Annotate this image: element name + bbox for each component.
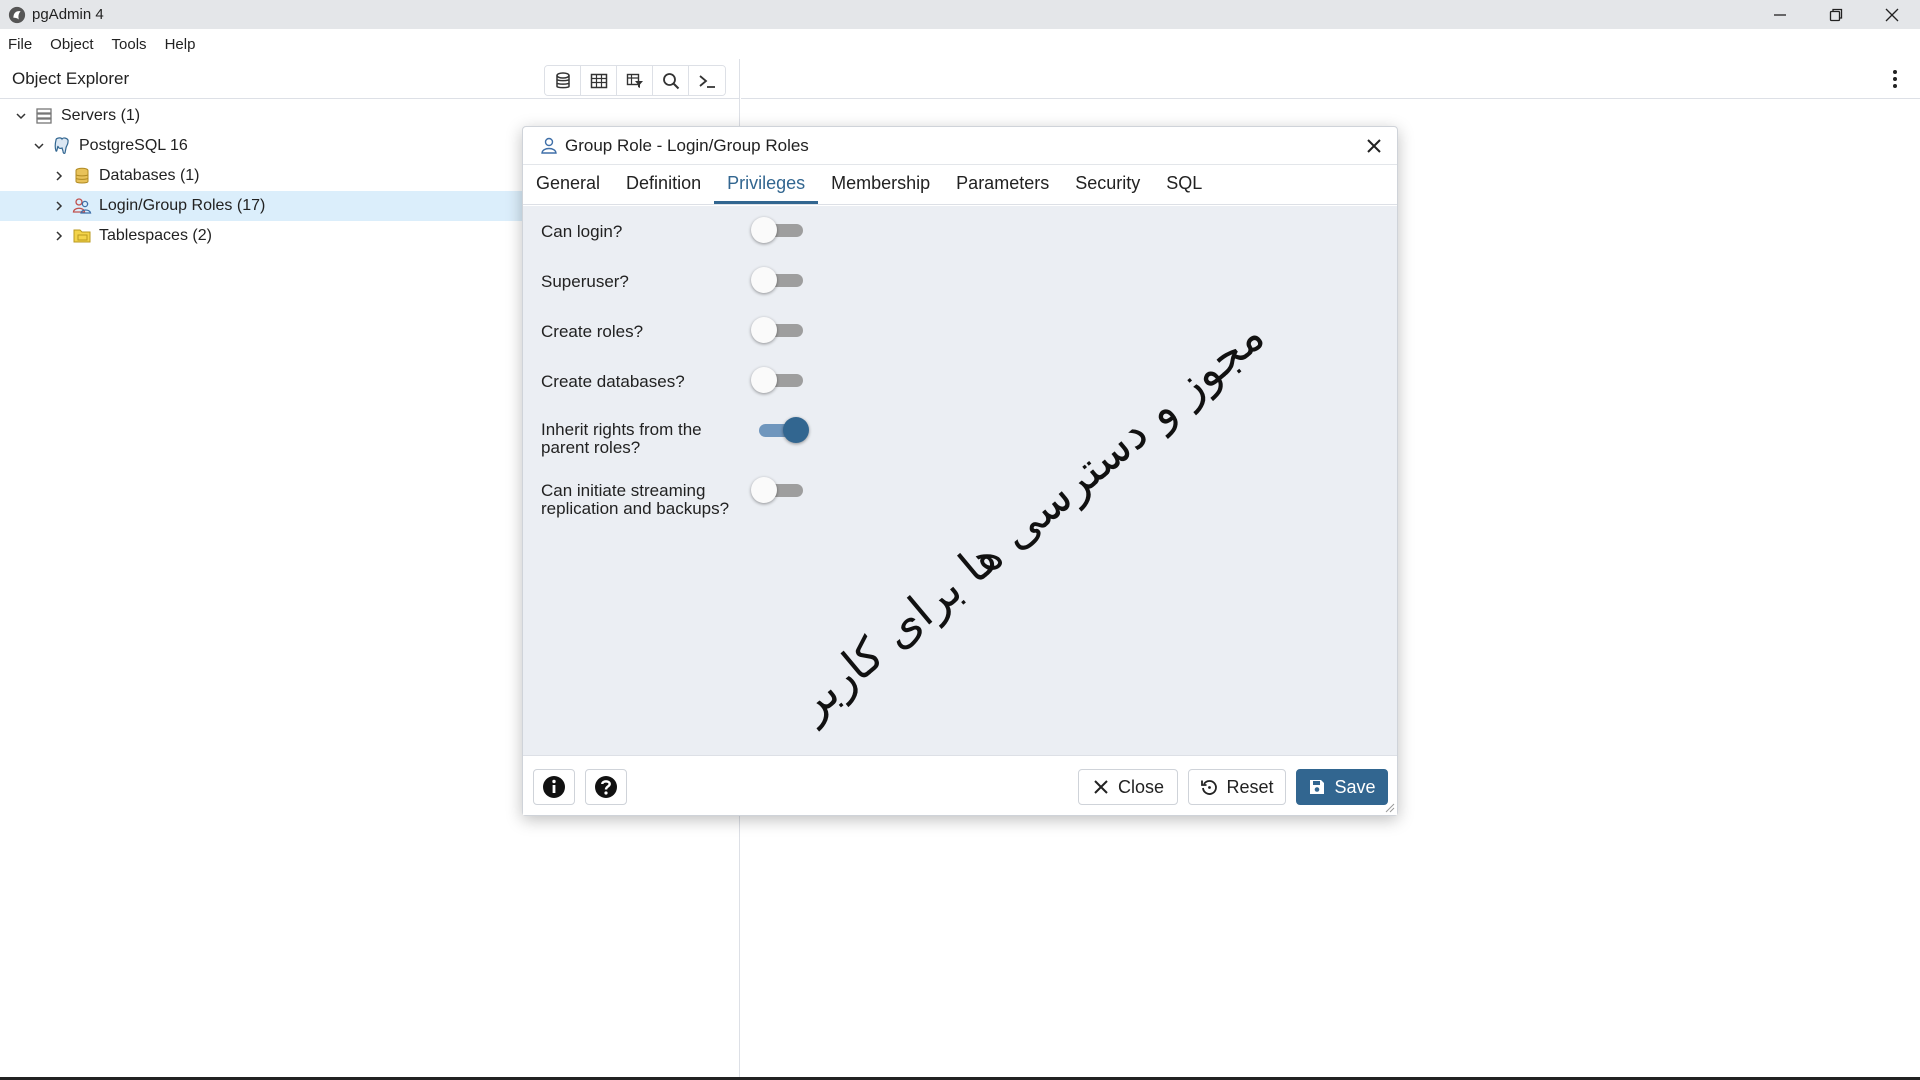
view-data-button[interactable] <box>581 66 617 95</box>
tab-privileges[interactable]: Privileges <box>714 165 819 204</box>
close-button-label: Close <box>1117 776 1165 797</box>
group-roles-icon <box>71 196 93 216</box>
terminal-icon <box>699 74 715 88</box>
reset-icon <box>1201 780 1218 795</box>
chevron-right-icon[interactable] <box>51 228 67 244</box>
tab-definition[interactable]: Definition <box>613 165 714 204</box>
tree-node-label: Servers (1) <box>61 107 141 124</box>
inherit-rights-toggle[interactable] <box>751 417 811 443</box>
title-bar: pgAdmin 4 <box>0 0 1920 29</box>
tablespaces-icon <box>71 226 93 246</box>
object-explorer-title: Object Explorer <box>12 68 130 88</box>
create-roles-toggle[interactable] <box>751 317 811 343</box>
menu-object[interactable]: Object <box>50 36 93 53</box>
search-objects-button[interactable] <box>653 66 689 95</box>
maximize-button[interactable] <box>1808 0 1864 29</box>
servers-icon <box>33 106 55 126</box>
chevron-down-icon[interactable] <box>31 138 47 154</box>
dialog-header[interactable]: Group Role - Login/Group Roles <box>523 127 1397 165</box>
minimize-icon <box>1774 13 1786 16</box>
database-stack-icon <box>555 71 570 88</box>
minimize-button[interactable] <box>1752 0 1808 29</box>
tree-node-postgresql-16[interactable]: PostgreSQL 16 <box>0 131 530 161</box>
menu-file[interactable]: File <box>8 36 32 53</box>
dialog-footer: Close Reset Save <box>523 755 1397 815</box>
pgadmin-logo-icon <box>8 6 26 23</box>
tree-node-label: Login/Group Roles (17) <box>99 197 266 214</box>
reset-button[interactable]: Reset <box>1188 769 1286 805</box>
menu-help[interactable]: Help <box>165 36 196 53</box>
info-button[interactable] <box>533 769 575 805</box>
explorer-toolbar <box>544 65 726 96</box>
tree-node-label: PostgreSQL 16 <box>79 137 188 154</box>
create-databases-label: Create databases? <box>541 372 685 391</box>
can-login-toggle[interactable] <box>751 217 811 243</box>
more-options-icon[interactable] <box>1892 69 1898 89</box>
can-login-label: Can login? <box>541 222 623 241</box>
help-icon <box>595 776 617 798</box>
superuser-label: Superuser? <box>541 272 629 291</box>
chevron-right-icon[interactable] <box>51 168 67 184</box>
object-explorer-header: Object Explorer <box>0 59 739 99</box>
resize-grip-icon[interactable] <box>1385 803 1395 813</box>
tab-security[interactable]: Security <box>1062 165 1153 204</box>
dialog-title: Group Role - Login/Group Roles <box>565 135 809 155</box>
chevron-down-icon[interactable] <box>13 108 29 124</box>
group-role-dialog: Group Role - Login/Group Roles General D… <box>522 126 1398 816</box>
tree-node-tablespaces[interactable]: Tablespaces (2) <box>0 221 530 251</box>
menu-tools[interactable]: Tools <box>112 36 147 53</box>
tree-node-label: Tablespaces (2) <box>99 227 212 244</box>
save-icon <box>1310 780 1325 794</box>
dialog-tabs: General Definition Privileges Membership… <box>523 165 1397 205</box>
query-tool-button[interactable] <box>545 66 581 95</box>
databases-icon <box>71 166 93 186</box>
create-databases-toggle[interactable] <box>751 367 811 393</box>
table-icon <box>590 73 607 88</box>
save-button-label: Save <box>1334 776 1376 797</box>
tree-node-databases[interactable]: Databases (1) <box>0 161 530 191</box>
menu-bar: File Object Tools Help <box>0 29 1920 59</box>
persian-annotation-text: مجوز و دسترسی ها برای کاربر <box>785 308 1275 731</box>
tab-membership[interactable]: Membership <box>818 165 943 204</box>
close-icon[interactable] <box>1365 137 1383 155</box>
tree-node-login-group-roles[interactable]: Login/Group Roles (17) <box>0 191 530 221</box>
create-roles-label: Create roles? <box>541 322 644 341</box>
window-title: pgAdmin 4 <box>32 6 104 23</box>
chevron-right-icon[interactable] <box>51 198 67 214</box>
close-button[interactable]: Close <box>1078 769 1178 805</box>
filtered-rows-button[interactable] <box>617 66 653 95</box>
superuser-toggle[interactable] <box>751 267 811 293</box>
tree-node-label: Databases (1) <box>99 167 200 184</box>
replication-toggle[interactable] <box>751 477 811 503</box>
psql-tool-button[interactable] <box>689 66 725 95</box>
postgresql-elephant-icon <box>51 136 73 156</box>
info-icon <box>543 776 565 798</box>
close-icon <box>1885 8 1899 21</box>
window-close-button[interactable] <box>1864 0 1920 29</box>
table-filter-icon <box>626 73 643 88</box>
reset-button-label: Reset <box>1226 776 1274 797</box>
main-panel-header <box>741 59 1920 99</box>
search-icon <box>662 72 679 89</box>
tab-sql[interactable]: SQL <box>1153 165 1215 204</box>
tree-node-servers[interactable]: Servers (1) <box>0 101 530 131</box>
privileges-panel: Can login? Superuser? Create roles? Crea… <box>523 206 1397 755</box>
inherit-rights-label: Inherit rights from the parent roles? <box>541 420 702 457</box>
help-button[interactable] <box>585 769 627 805</box>
restore-icon <box>1829 8 1843 21</box>
tab-general[interactable]: General <box>523 165 613 204</box>
tab-parameters[interactable]: Parameters <box>943 165 1062 204</box>
close-icon <box>1094 780 1108 794</box>
replication-label: Can initiate streaming replication and b… <box>541 481 730 518</box>
save-button[interactable]: Save <box>1296 769 1388 805</box>
user-role-icon <box>541 137 557 154</box>
